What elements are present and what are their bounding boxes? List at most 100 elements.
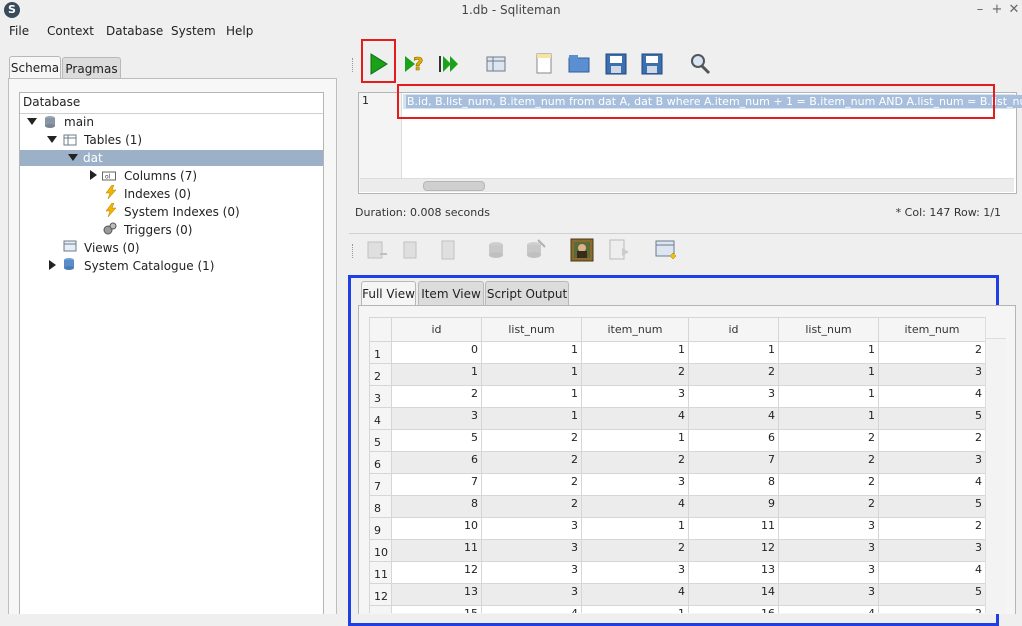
table-cell[interactable]: 3 bbox=[481, 561, 582, 584]
table-cell[interactable]: 1 bbox=[481, 385, 582, 408]
insert-row-icon[interactable] bbox=[362, 236, 390, 264]
table-cell[interactable]: 1 bbox=[581, 429, 689, 452]
table-cell[interactable]: 14 bbox=[688, 583, 779, 606]
tree-node-dat[interactable]: dat bbox=[83, 149, 103, 167]
tab-item-view[interactable]: Item View bbox=[418, 281, 484, 306]
row-number[interactable]: 9 bbox=[369, 517, 392, 540]
table-cell[interactable]: 5 bbox=[391, 429, 482, 452]
table-cell[interactable]: 1 bbox=[778, 385, 879, 408]
table-cell[interactable]: 2 bbox=[878, 517, 986, 540]
table-row[interactable]: 3213314 bbox=[369, 385, 986, 408]
table-cell[interactable]: 9 bbox=[688, 495, 779, 518]
table-cell[interactable]: 4 bbox=[581, 495, 689, 518]
table-cell[interactable]: 1 bbox=[581, 341, 689, 364]
column-header[interactable]: id bbox=[391, 317, 482, 342]
table-cell[interactable]: 2 bbox=[778, 429, 879, 452]
table-cell[interactable]: 11 bbox=[688, 517, 779, 540]
table-cell[interactable]: 2 bbox=[481, 495, 582, 518]
new-file-button[interactable] bbox=[530, 50, 558, 78]
table-cell[interactable]: 2 bbox=[688, 363, 779, 386]
table-cell[interactable]: 13 bbox=[688, 561, 779, 584]
table-row[interactable]: 6622723 bbox=[369, 451, 986, 474]
tab-script-output[interactable]: Script Output bbox=[485, 281, 569, 306]
table-cell[interactable]: 2 bbox=[391, 385, 482, 408]
image-view-icon[interactable] bbox=[568, 236, 596, 264]
table-cell[interactable]: 3 bbox=[778, 583, 879, 606]
rollback-icon[interactable] bbox=[520, 236, 548, 264]
tree-node-system-catalogue[interactable]: System Catalogue (1) bbox=[84, 257, 214, 275]
table-cell[interactable]: 3 bbox=[481, 517, 582, 540]
editor-horizontal-scrollbar[interactable] bbox=[360, 178, 1014, 192]
column-header[interactable]: list_num bbox=[481, 317, 582, 342]
table-cell[interactable]: 8 bbox=[391, 495, 482, 518]
table-cell[interactable]: 10 bbox=[391, 517, 482, 540]
expand-columns-arrow-icon[interactable] bbox=[90, 170, 97, 180]
table-cell[interactable]: 3 bbox=[391, 407, 482, 430]
table-row[interactable]: 8824925 bbox=[369, 495, 986, 518]
expand-main-arrow-icon[interactable] bbox=[27, 118, 37, 125]
minimize-icon[interactable]: – bbox=[972, 2, 988, 18]
table-cell[interactable]: 2 bbox=[778, 473, 879, 496]
save-as-button[interactable] bbox=[638, 50, 666, 78]
table-cell[interactable]: 6 bbox=[391, 451, 482, 474]
table-cell[interactable]: 1 bbox=[481, 363, 582, 386]
table-cell[interactable]: 4 bbox=[878, 385, 986, 408]
run-sql-button[interactable] bbox=[364, 50, 392, 78]
tab-full-view[interactable]: Full View bbox=[361, 281, 416, 307]
table-cell[interactable]: 15 bbox=[391, 605, 482, 613]
row-number[interactable]: 3 bbox=[369, 385, 392, 408]
toolbar-grip[interactable] bbox=[352, 58, 356, 72]
row-number[interactable]: 4 bbox=[369, 407, 392, 430]
tree-node-system-indexes[interactable]: System Indexes (0) bbox=[124, 203, 240, 221]
table-cell[interactable]: 3 bbox=[481, 539, 582, 562]
maximize-icon[interactable]: + bbox=[989, 2, 1005, 18]
row-number[interactable]: 7 bbox=[369, 473, 392, 496]
column-header[interactable]: list_num bbox=[778, 317, 879, 342]
row-number[interactable]: 12 bbox=[369, 583, 392, 606]
table-cell[interactable]: 3 bbox=[778, 517, 879, 540]
search-icon[interactable] bbox=[686, 50, 714, 78]
table-cell[interactable]: 1 bbox=[581, 605, 689, 613]
corner-cell[interactable] bbox=[369, 317, 392, 342]
table-row[interactable]: 1315411642 bbox=[369, 605, 986, 613]
result-toolbar-grip[interactable] bbox=[352, 244, 356, 258]
table-cell[interactable]: 1 bbox=[481, 341, 582, 364]
table-cell[interactable]: 7 bbox=[391, 473, 482, 496]
row-number[interactable]: 13 bbox=[369, 605, 392, 613]
table-row[interactable]: 12 13 3 4 14 3 5 bbox=[369, 583, 986, 606]
schema-tree[interactable]: Database main Tables (1) dat ol Columns … bbox=[19, 92, 324, 614]
remove-row-icon[interactable] bbox=[434, 236, 462, 264]
results-table[interactable]: id list_num item_num id list_num item_nu… bbox=[369, 317, 986, 613]
tree-node-triggers[interactable]: Triggers (0) bbox=[124, 221, 192, 239]
menu-database[interactable]: Database bbox=[106, 24, 163, 38]
table-row[interactable]: 4314415 bbox=[369, 407, 986, 430]
table-cell[interactable]: 4 bbox=[778, 605, 879, 613]
commit-icon[interactable] bbox=[482, 236, 510, 264]
table-cell[interactable]: 13 bbox=[391, 583, 482, 606]
table-cell[interactable]: 5 bbox=[878, 583, 986, 606]
table-cell[interactable]: 1 bbox=[778, 407, 879, 430]
table-cell[interactable]: 4 bbox=[688, 407, 779, 430]
tree-node-indexes[interactable]: Indexes (0) bbox=[124, 185, 191, 203]
table-row[interactable]: 9 10 3 1 11 3 2 bbox=[369, 517, 986, 540]
table-cell[interactable]: 6 bbox=[688, 429, 779, 452]
table-cell[interactable]: 3 bbox=[778, 561, 879, 584]
table-cell[interactable]: 8 bbox=[688, 473, 779, 496]
table-cell[interactable]: 3 bbox=[581, 385, 689, 408]
table-cell[interactable]: 2 bbox=[581, 363, 689, 386]
create-view-icon[interactable] bbox=[652, 236, 680, 264]
table-cell[interactable]: 2 bbox=[878, 429, 986, 452]
menu-system[interactable]: System bbox=[171, 24, 216, 38]
results-grid[interactable]: id list_num item_num id list_num item_nu… bbox=[369, 317, 1005, 613]
grid-vertical-scrollbar[interactable] bbox=[985, 317, 1006, 613]
explain-query-button[interactable]: ? bbox=[400, 50, 428, 78]
column-header[interactable]: item_num bbox=[581, 317, 689, 342]
table-row[interactable]: 10 11 3 2 12 3 3 bbox=[369, 539, 986, 562]
table-cell[interactable]: 2 bbox=[778, 451, 879, 474]
table-cell[interactable]: 3 bbox=[581, 561, 689, 584]
pane-splitter[interactable] bbox=[340, 44, 344, 613]
expand-system-catalogue-arrow-icon[interactable] bbox=[49, 260, 56, 270]
table-cell[interactable]: 1 bbox=[581, 517, 689, 540]
table-cell[interactable]: 11 bbox=[391, 539, 482, 562]
table-cell[interactable]: 3 bbox=[778, 539, 879, 562]
